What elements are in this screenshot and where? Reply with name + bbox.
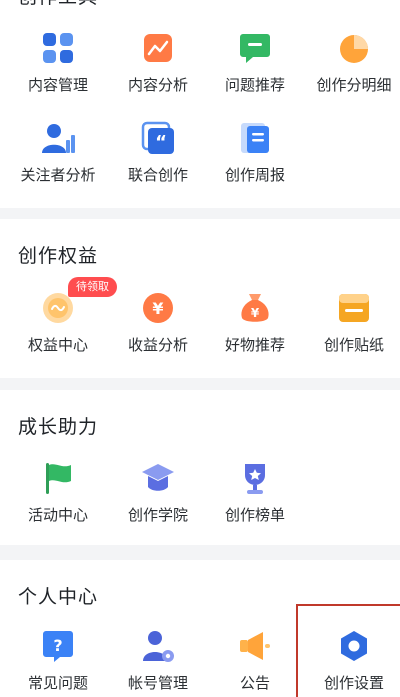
trend-chart-icon <box>144 34 172 62</box>
highlight-box <box>296 604 400 697</box>
tool-label: 内容管理 <box>27 76 88 94</box>
tool-label: 创作贴纸 <box>323 336 384 354</box>
tool-label: 收益分析 <box>127 336 188 354</box>
tool-label: 权益中心 <box>27 336 88 354</box>
section-title-personal: 个人中心 <box>18 586 99 608</box>
user-settings-icon <box>143 631 174 662</box>
svg-text:¥: ¥ <box>251 306 260 320</box>
quote-icon: “ <box>141 121 174 154</box>
user-chart-icon <box>42 124 75 153</box>
money-bag-icon: ¥ <box>241 294 269 322</box>
tool-label: 创作学院 <box>127 506 188 524</box>
svg-text:“: “ <box>155 132 167 153</box>
sticker-icon <box>339 294 369 322</box>
megaphone-icon <box>240 632 270 660</box>
tool-label: 问题推荐 <box>224 76 285 94</box>
tool-label: 帐号管理 <box>127 674 188 692</box>
grid-icon <box>43 33 73 63</box>
trophy-icon <box>245 464 265 494</box>
section-title-tools: 创作工具 <box>18 0 98 9</box>
tool-label: 联合创作 <box>127 166 188 184</box>
tool-label: 常见问题 <box>27 674 88 692</box>
section-title-benefits: 创作权益 <box>18 245 99 267</box>
report-icon <box>241 123 269 153</box>
yuan-coin-icon: ¥ <box>143 293 173 323</box>
svg-text:?: ? <box>53 636 62 655</box>
section-title-growth: 成长助力 <box>18 416 99 438</box>
svg-text:¥: ¥ <box>152 299 163 318</box>
tool-label: 好物推荐 <box>224 336 285 354</box>
tool-label: 内容分析 <box>127 76 188 94</box>
chat-bubble-icon <box>240 34 270 63</box>
graduation-cap-icon <box>142 464 174 491</box>
tool-label: 公告 <box>239 674 270 692</box>
flag-icon <box>46 463 71 494</box>
tool-label: 创作周报 <box>224 166 285 184</box>
question-icon: ? <box>43 631 73 662</box>
tool-label: 活动中心 <box>27 506 88 524</box>
tool-label: 创作榜单 <box>224 506 285 524</box>
pie-chart-icon <box>340 35 368 63</box>
pending-claim-badge: 待领取 <box>68 277 117 297</box>
tool-label: 关注者分析 <box>20 166 96 184</box>
tool-label: 创作分明细 <box>316 76 392 94</box>
